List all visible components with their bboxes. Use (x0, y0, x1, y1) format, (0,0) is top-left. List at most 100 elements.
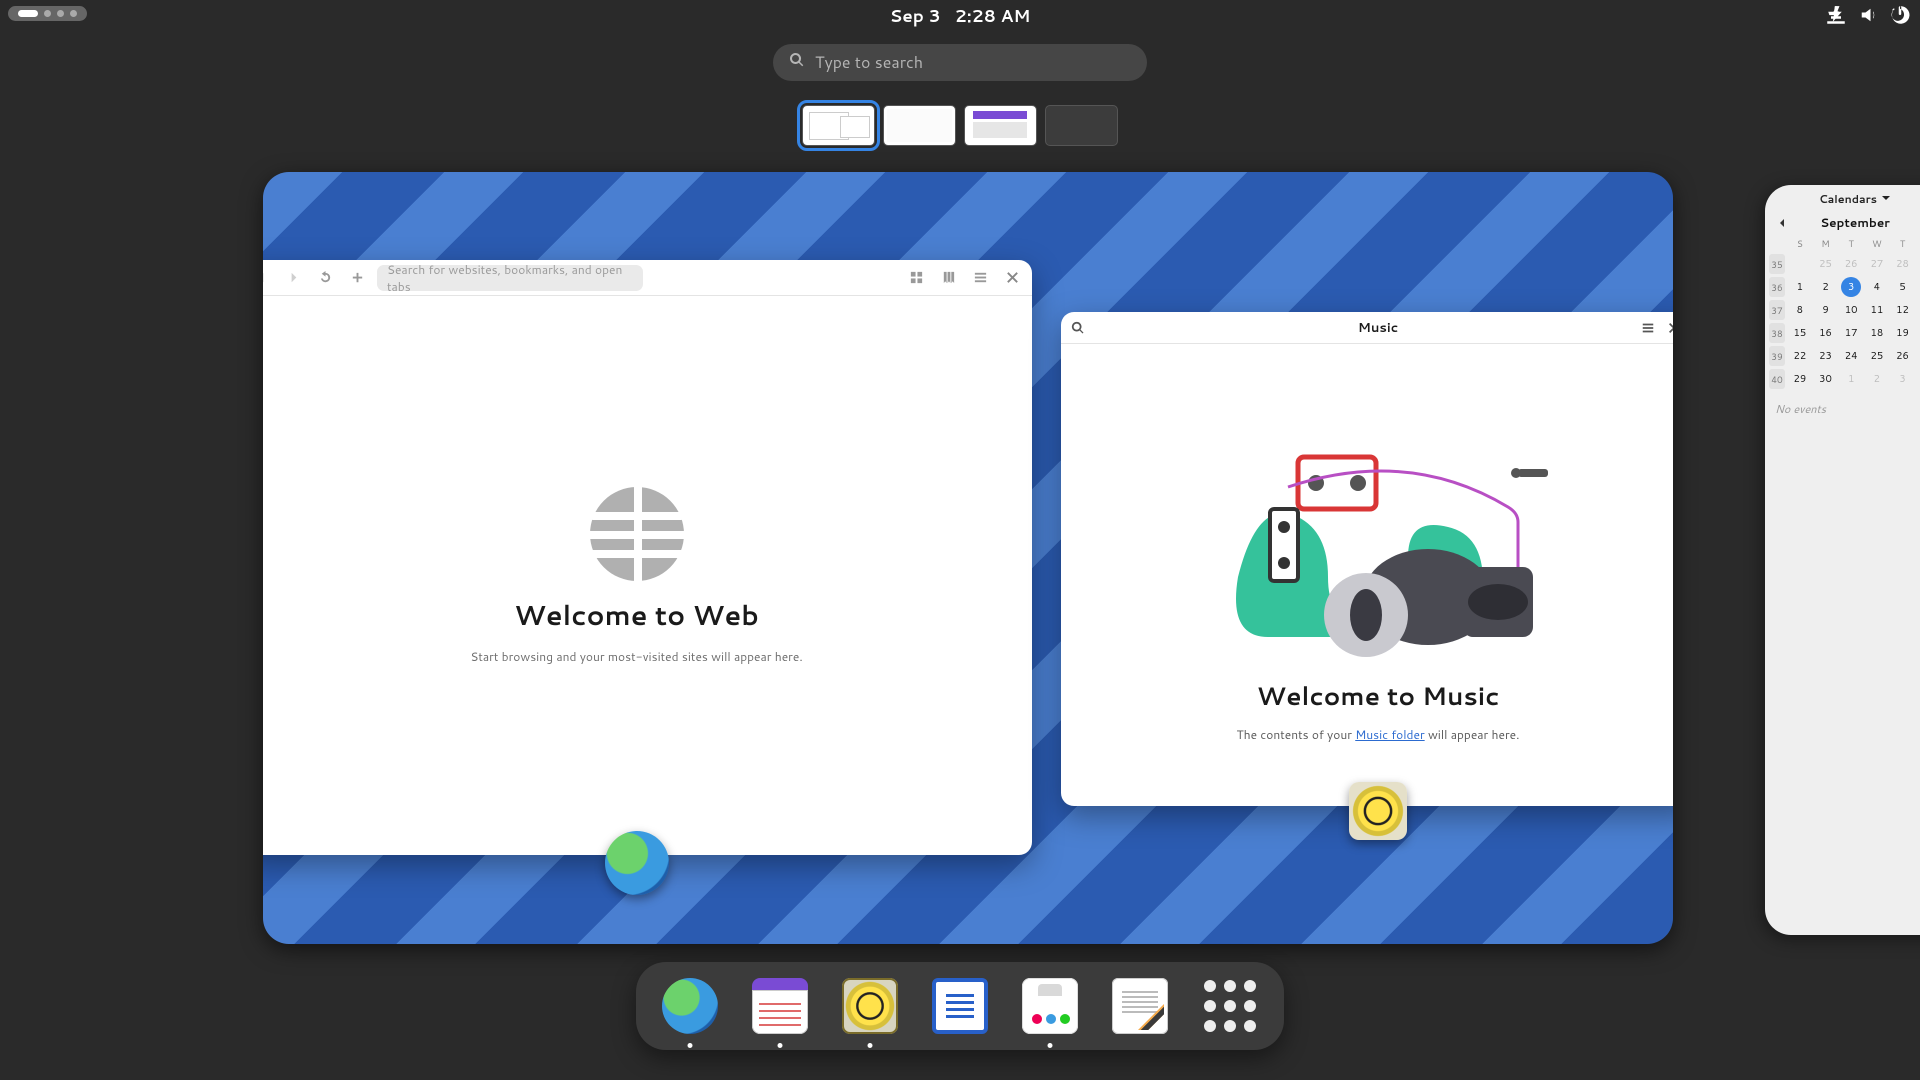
workspace-preview-2[interactable]: Calendars September SMTWTF 3525262728293… (1765, 185, 1920, 935)
web-toolbar: Search for websites, bookmarks, and open… (263, 260, 1032, 296)
globe-icon (590, 487, 684, 581)
music-folder-link[interactable]: Music folder (1355, 726, 1424, 743)
notes-icon (932, 978, 988, 1034)
calendar-week-number: 39 (1769, 346, 1785, 366)
calendar-week-number: 35 (1769, 254, 1785, 274)
bookmarks-icon[interactable] (936, 266, 960, 290)
calendar-day[interactable]: 2 (1813, 277, 1839, 297)
system-status-area[interactable] (1826, 5, 1910, 31)
web-app-icon (605, 831, 669, 895)
dock-item-notes[interactable] (928, 974, 992, 1038)
calendar-day[interactable]: 16 (1813, 323, 1839, 343)
calendar-weekday-label: M (1813, 237, 1839, 250)
calendar-weekday-label (1769, 237, 1787, 250)
network-icon (1826, 5, 1846, 31)
calendar-day[interactable]: 5 (1890, 277, 1916, 297)
calendar-day[interactable]: 30 (1813, 369, 1839, 389)
calendar-day[interactable]: 29 (1915, 254, 1920, 274)
calendar-day[interactable]: 3 (1841, 277, 1861, 297)
software-icon (1022, 978, 1078, 1034)
activities-button[interactable] (8, 6, 87, 21)
new-tab-icon[interactable] (345, 266, 369, 290)
calendar-week-number: 36 (1769, 277, 1785, 297)
hamburger-icon[interactable] (1641, 318, 1661, 338)
calendar-day[interactable]: 9 (1813, 300, 1839, 320)
calendar-day[interactable]: 28 (1890, 254, 1916, 274)
calendar-day[interactable]: 25 (1813, 254, 1839, 274)
calendar-day[interactable]: 8 (1787, 300, 1813, 320)
calendar-day (1787, 254, 1813, 274)
calendar-day[interactable]: 10 (1838, 300, 1864, 320)
calendar-day[interactable]: 26 (1890, 346, 1916, 366)
calendar-day[interactable]: 12 (1890, 300, 1916, 320)
text-edit-icon (1112, 978, 1168, 1034)
chevron-down-icon (1881, 191, 1891, 207)
dock-item-software[interactable] (1018, 974, 1082, 1038)
calendar-day[interactable]: 25 (1864, 346, 1890, 366)
search-icon[interactable] (1071, 318, 1091, 338)
url-bar[interactable]: Search for websites, bookmarks, and open… (377, 265, 643, 291)
workspace-thumb-new[interactable] (1045, 105, 1118, 146)
dock-item-text-edit[interactable] (1108, 974, 1172, 1038)
calendar-day[interactable]: 4 (1864, 277, 1890, 297)
dock-item-web[interactable] (658, 974, 722, 1038)
dock-item-app-grid[interactable] (1198, 974, 1262, 1038)
calendar-day[interactable]: 1 (1787, 277, 1813, 297)
running-indicator-dot (868, 1043, 873, 1048)
calendar-day (1915, 277, 1920, 297)
calendar-day[interactable]: 23 (1813, 346, 1839, 366)
music-headerbar: Music (1061, 312, 1673, 344)
calendar-day[interactable]: 29 (1787, 369, 1813, 389)
calendar-weekday-label: F (1915, 237, 1920, 250)
tab-overview-icon[interactable] (904, 266, 928, 290)
workspace-preview-1[interactable]: Search for websites, bookmarks, and open… (263, 172, 1673, 944)
hamburger-icon[interactable] (968, 266, 992, 290)
calendars-menu[interactable]: Calendars (1765, 189, 1920, 209)
workspace-thumb-3[interactable] (964, 105, 1037, 146)
prev-month-icon[interactable] (1777, 215, 1791, 229)
music-empty-state: Welcome to Music The contents of your Mu… (1061, 344, 1673, 806)
music-illustration (1178, 417, 1578, 667)
calendar-day (1915, 300, 1920, 320)
search-placeholder: Type to search (815, 51, 923, 74)
calendar-month-header: September (1765, 209, 1920, 235)
calendar-day[interactable]: 26 (1838, 254, 1864, 274)
calendar-weekday-label: W (1864, 237, 1890, 250)
workspace-thumbnail-row (802, 105, 1118, 146)
close-icon[interactable] (1667, 318, 1673, 338)
calendar-day[interactable]: 15 (1787, 323, 1813, 343)
forward-icon[interactable] (281, 266, 305, 290)
back-icon[interactable] (263, 266, 273, 290)
calendar-day[interactable]: 19 (1890, 323, 1916, 343)
window-music[interactable]: Music (1061, 312, 1673, 806)
calendar-day[interactable]: 2 (1864, 369, 1890, 389)
calendar-day[interactable]: 3 (1890, 369, 1916, 389)
calendar-day[interactable]: 22 (1787, 346, 1813, 366)
calendar-day[interactable]: 1 (1838, 369, 1864, 389)
clock-button[interactable]: Sep 3 2:28 AM (890, 4, 1031, 28)
music-app-icon (1349, 782, 1407, 840)
calendar-week-number: 40 (1769, 369, 1785, 389)
close-icon[interactable] (1000, 266, 1024, 290)
calendar-day[interactable]: 24 (1838, 346, 1864, 366)
calendar-grid: 3525262728293612345378910111238151617181… (1765, 254, 1920, 389)
app-grid-icon (1202, 978, 1258, 1034)
dock-item-calendar[interactable] (748, 974, 812, 1038)
calendar-day[interactable]: 27 (1864, 254, 1890, 274)
calendar-weekday-label: T (1838, 237, 1864, 250)
calendar-day[interactable]: 18 (1864, 323, 1890, 343)
workspace-thumb-1[interactable] (802, 105, 875, 146)
calendar-day[interactable]: 11 (1864, 300, 1890, 320)
dock-item-music[interactable] (838, 974, 902, 1038)
calendar-weekday-row: SMTWTF (1765, 235, 1920, 254)
window-web[interactable]: Search for websites, bookmarks, and open… (263, 260, 1032, 855)
overview-search[interactable]: Type to search (773, 44, 1147, 81)
calendar-week-number: 38 (1769, 323, 1785, 343)
web-heading: Welcome to Web (514, 595, 759, 634)
calendar-day[interactable]: 17 (1838, 323, 1864, 343)
clock-date: Sep 3 (890, 4, 941, 28)
workspace-thumb-2[interactable] (883, 105, 956, 146)
web-subtitle: Start browsing and your most-visited sit… (470, 648, 802, 665)
reload-icon[interactable] (313, 266, 337, 290)
running-indicator-dot (778, 1043, 783, 1048)
